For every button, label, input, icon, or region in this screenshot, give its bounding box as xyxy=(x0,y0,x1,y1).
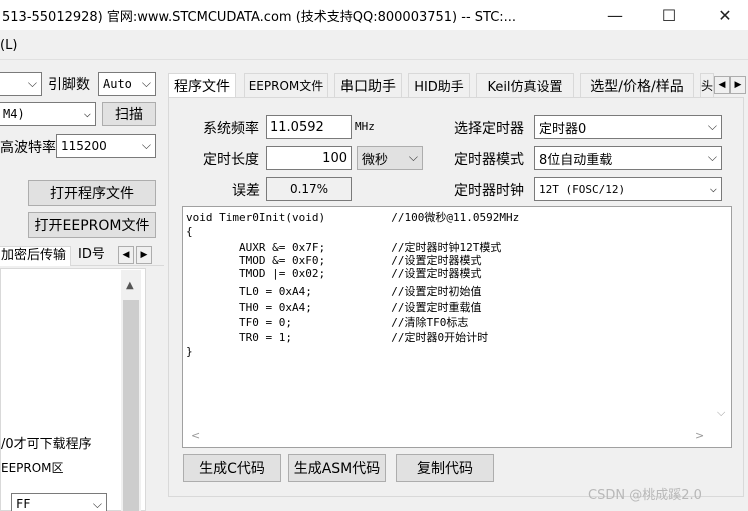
select-timer-combo[interactable]: 定时器0 ⌵ xyxy=(534,115,722,139)
code-line: { xyxy=(186,225,193,238)
timer-mode-value: 8位自动重载 xyxy=(539,152,613,168)
select-timer-value: 定时器0 xyxy=(539,121,587,137)
tab-encrypted-transfer[interactable]: 加密后传输 xyxy=(0,246,72,266)
tab-scroll-right-button[interactable]: ▶ xyxy=(730,76,746,94)
timer-length-label: 定时长度 xyxy=(203,152,259,168)
timer-mode-combo[interactable]: 8位自动重载 ⌵ xyxy=(534,146,722,170)
watermark: CSDN @桃成蹊2.0 xyxy=(588,488,702,503)
chevron-right-icon[interactable]: > xyxy=(695,429,704,442)
tab-keil-simulation[interactable]: Keil仿真设置 xyxy=(476,73,574,97)
pin-count-label: 引脚数 xyxy=(48,77,90,93)
tab-program-file[interactable]: 程序文件 xyxy=(168,73,236,97)
menu-item-help[interactable]: (L) xyxy=(0,38,17,53)
copy-code-button[interactable]: 复制代码 xyxy=(396,454,494,482)
chevron-down-icon: ⌵ xyxy=(408,150,418,164)
port-combo[interactable]: M4) ⌵ xyxy=(0,102,96,126)
chevron-down-icon: ⌵ xyxy=(92,497,102,511)
minimize-icon: — xyxy=(607,5,623,25)
code-line: TMOD |= 0x02; //设置定时器模式 xyxy=(186,267,482,280)
chevron-right-icon: ▶ xyxy=(140,250,148,260)
chevron-left-icon[interactable]: < xyxy=(191,429,200,442)
timer-clock-combo[interactable]: 12T (FOSC/12) ⌵ xyxy=(534,177,722,201)
generate-asm-code-button[interactable]: 生成ASM代码 xyxy=(288,454,386,482)
timer-clock-value: 12T (FOSC/12) xyxy=(539,182,626,196)
pin-count-combo[interactable]: Auto ⌵ xyxy=(98,72,156,96)
tab-scroll-left-button[interactable]: ◀ xyxy=(118,246,134,264)
tab-eeprom-file[interactable]: EEPROM文件 xyxy=(244,73,328,97)
title-bar: 513-55012928) 官网:www.STCMCUDATA.com (技术支… xyxy=(0,0,748,30)
timer-mode-label: 定时器模式 xyxy=(454,152,524,168)
left-tab-strip: 加密后传输 ID号 ◀ ▶ xyxy=(0,244,164,266)
chevron-right-icon: ▶ xyxy=(734,80,742,90)
chevron-down-icon[interactable]: ⌵ xyxy=(717,406,725,420)
sysclk-label: 系统频率 xyxy=(203,121,259,137)
baud-rate-combo[interactable]: 115200 ⌵ xyxy=(56,134,156,158)
code-line: TH0 = 0xA4; //设置定时重载值 xyxy=(186,301,482,314)
maximize-button[interactable]: ☐ xyxy=(646,0,692,30)
minimize-button[interactable]: — xyxy=(592,0,638,30)
close-icon: ✕ xyxy=(718,5,732,25)
option-note-eeprom: EEPROM区 xyxy=(1,461,64,475)
code-line: void Timer0Init(void) //100微秒@11.0592MHz xyxy=(186,211,520,224)
chevron-left-icon: ◀ xyxy=(718,80,726,90)
tab-scroll-left-button[interactable]: ◀ xyxy=(714,76,730,94)
chevron-down-icon: ⌵ xyxy=(707,150,717,164)
chevron-down-icon: ⌵ xyxy=(141,76,151,90)
error-value: 0.17% xyxy=(266,177,352,201)
open-eeprom-file-button[interactable]: 打开EEPROM文件 xyxy=(28,212,156,238)
code-line: TR0 = 1; //定时器0开始计时 xyxy=(186,331,489,344)
open-program-file-button[interactable]: 打开程序文件 xyxy=(28,180,156,206)
fill-value: FF xyxy=(16,497,31,511)
timer-unit-combo[interactable]: 微秒 ⌵ xyxy=(357,146,423,170)
baud-rate-value: 115200 xyxy=(61,139,107,153)
fill-value-combo[interactable]: FF ⌵ xyxy=(11,493,107,511)
mcu-type-combo[interactable]: ⌵ xyxy=(0,72,42,96)
code-line: } xyxy=(186,345,193,358)
chevron-down-icon: ⌵ xyxy=(27,76,37,90)
maximize-icon: ☐ xyxy=(661,5,677,25)
timer-unit-value: 微秒 xyxy=(362,152,389,168)
pin-count-value: Auto xyxy=(103,77,132,91)
left-panel: ⌵ 引脚数 Auto ⌵ M4) ⌵ 扫描 高波特率 115200 ⌵ 打开程序… xyxy=(0,60,164,511)
generated-code-textarea[interactable]: void Timer0Init(void) //100微秒@11.0592MHz… xyxy=(182,206,732,448)
port-value: M4) xyxy=(3,107,25,121)
sysclk-unit: MHz xyxy=(355,120,375,133)
chevron-left-icon: ◀ xyxy=(122,250,130,260)
chevron-down-icon: ⌵ xyxy=(83,106,91,120)
tab-hid-assistant[interactable]: HID助手 xyxy=(408,73,470,97)
tab-scroll-right-button[interactable]: ▶ xyxy=(136,246,152,264)
baud-rate-label: 高波特率 xyxy=(0,140,56,156)
sysclk-input[interactable]: 11.0592 xyxy=(266,115,352,139)
timer-length-input[interactable]: 100 xyxy=(266,146,352,170)
chevron-up-icon[interactable]: ▲ xyxy=(126,280,134,291)
error-label: 误差 xyxy=(232,183,260,199)
select-timer-label: 选择定时器 xyxy=(454,121,524,137)
generate-c-code-button[interactable]: 生成C代码 xyxy=(183,454,281,482)
option-note-download: /0才可下载程序 xyxy=(1,437,92,452)
tab-serial-assistant[interactable]: 串口助手 xyxy=(334,73,402,97)
tab-id[interactable]: ID号 xyxy=(74,246,109,266)
code-line: TL0 = 0xA4; //设置定时初始值 xyxy=(186,285,482,298)
scan-button[interactable]: 扫描 xyxy=(102,102,156,126)
tab-more[interactable]: 头 xyxy=(700,73,714,97)
chevron-down-icon: ⌵ xyxy=(709,181,717,195)
close-button[interactable]: ✕ xyxy=(702,0,748,30)
timer-clock-label: 定时器时钟 xyxy=(454,183,524,199)
code-line: AUXR &= 0x7F; //定时器时钟12T模式 xyxy=(186,241,502,254)
window-title: 513-55012928) 官网:www.STCMCUDATA.com (技术支… xyxy=(2,10,517,25)
menu-bar: (L) xyxy=(0,30,748,60)
code-line: TF0 = 0; //清除TF0标志 xyxy=(186,316,469,329)
chevron-down-icon: ⌵ xyxy=(141,138,151,152)
scrollbar-thumb[interactable] xyxy=(123,300,139,511)
options-scrollbar[interactable]: ▲ xyxy=(121,270,141,511)
code-line: TMOD &= 0xF0; //设置定时器模式 xyxy=(186,254,482,267)
tab-selection-price[interactable]: 选型/价格/样品 xyxy=(580,73,694,97)
chevron-down-icon: ⌵ xyxy=(707,119,717,133)
